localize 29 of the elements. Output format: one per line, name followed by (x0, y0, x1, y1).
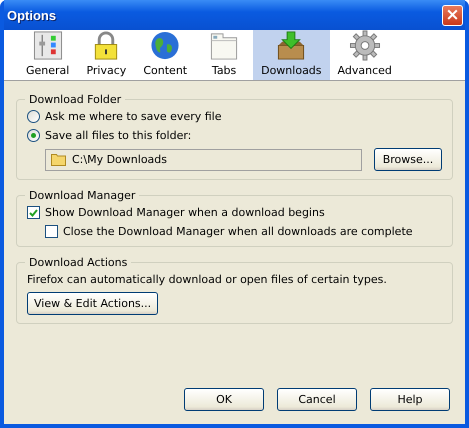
window-title: Options (7, 8, 56, 22)
folder-path-field: C:\My Downloads (45, 148, 362, 170)
toolbar-tab[interactable]: Advanced (330, 30, 400, 80)
dialog-button[interactable]: Help (370, 388, 450, 411)
radio-button[interactable] (27, 110, 40, 123)
group-title: Download Manager (28, 189, 136, 202)
radio-button[interactable] (27, 129, 40, 142)
dialog-button[interactable]: Cancel (277, 388, 357, 411)
check-icon (29, 208, 38, 216)
toolbar-tab[interactable]: Tabs (195, 30, 254, 80)
group-title: Download Folder (28, 93, 122, 106)
folder-icon (51, 153, 67, 166)
globe-icon (149, 30, 182, 61)
dialog-button[interactable]: OK (184, 388, 264, 411)
view-edit-actions-button[interactable]: View & Edit Actions... (27, 292, 158, 315)
checkbox[interactable] (45, 225, 58, 238)
browse-button[interactable]: Browse... (374, 148, 442, 171)
toolbar-tab[interactable]: Content (135, 30, 196, 80)
close-button[interactable]: × (442, 4, 463, 26)
toolbar-tab[interactable]: Privacy (77, 30, 136, 80)
checkbox[interactable] (27, 206, 40, 219)
group-title: Download Actions (28, 256, 128, 269)
description-text: Firefox can automatically download or open files of certain types. (27, 273, 388, 286)
checkbox-label[interactable]: Close the Download Manager when all downloads are complete (63, 225, 413, 238)
radio-label[interactable]: Ask me where to save every file (45, 110, 222, 123)
checkbox-label[interactable]: Show Download Manager when a download begins (45, 206, 325, 219)
radio-label[interactable]: Save all files to this folder: (45, 129, 192, 142)
toolbar-tab[interactable]: Downloads (253, 30, 330, 80)
toolbar-tab[interactable]: General (18, 30, 78, 80)
